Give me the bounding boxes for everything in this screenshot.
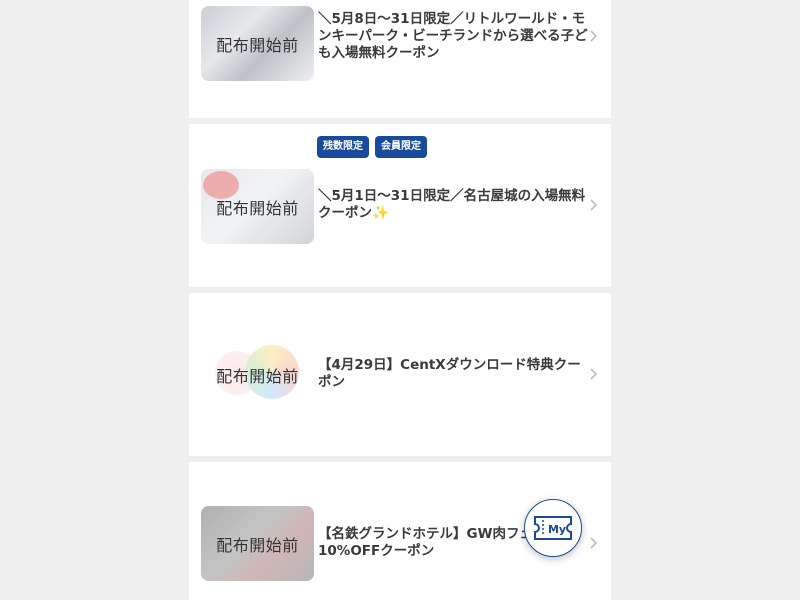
status-label: 配布開始前 — [216, 35, 299, 55]
my-coupons-button[interactable]: My — [524, 499, 582, 557]
chevron-right-icon — [590, 368, 598, 380]
coupon-title: 【4月29日】CentXダウンロード特典クーポン — [318, 357, 581, 390]
ticket-icon: My — [534, 516, 572, 540]
my-button-label: My — [548, 523, 566, 536]
badge-members-only: 会員限定 — [375, 136, 427, 158]
status-label: 配布開始前 — [216, 535, 299, 555]
chevron-right-icon — [590, 199, 598, 211]
coupon-card[interactable]: 残数限定 会員限定 配布開始前 ＼5月1日〜31日限定／名古屋城の入場無料クーポ… — [189, 124, 611, 287]
coupon-card[interactable]: 配布開始前 ＼5月8日〜31日限定／リトルワールド・モンキーパーク・ビーチランド… — [189, 0, 611, 118]
status-label: 配布開始前 — [216, 366, 299, 386]
badge-group: 残数限定 会員限定 — [317, 136, 427, 158]
coupon-title: ＼5月8日〜31日限定／リトルワールド・モンキーパーク・ビーチランドから選べる子… — [318, 11, 588, 61]
coupon-thumbnail: 配布開始前 — [201, 6, 314, 81]
badge-limited-stock: 残数限定 — [317, 136, 369, 158]
coupon-card[interactable]: 配布開始前 【4月29日】CentXダウンロード特典クーポン — [189, 293, 611, 456]
coupon-title: ＼5月1日〜31日限定／名古屋城の入場無料クーポン✨ — [318, 188, 586, 221]
coupon-thumbnail: 配布開始前 — [201, 169, 314, 244]
coupon-thumbnail: 配布開始前 — [201, 506, 314, 581]
status-label: 配布開始前 — [216, 198, 299, 218]
chevron-right-icon — [590, 30, 598, 42]
chevron-right-icon — [590, 537, 598, 549]
coupon-thumbnail: 配布開始前 — [201, 337, 314, 412]
